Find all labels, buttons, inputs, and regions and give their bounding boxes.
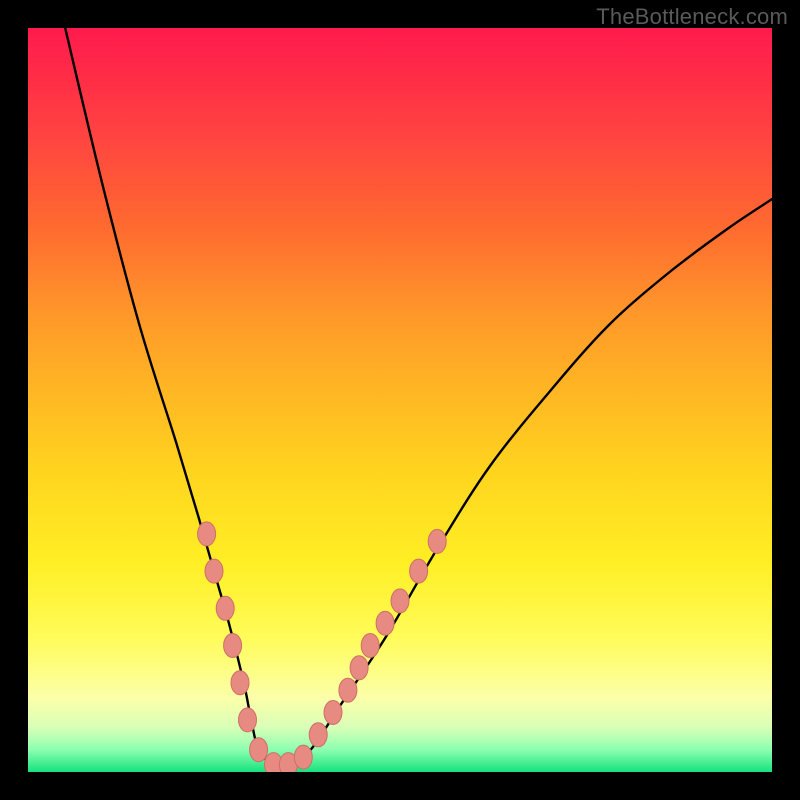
marker-point bbox=[324, 701, 342, 725]
chart-frame: TheBottleneck.com bbox=[0, 0, 800, 800]
marker-point bbox=[350, 656, 368, 680]
marker-point bbox=[224, 634, 242, 658]
chart-svg bbox=[28, 28, 772, 772]
marker-point bbox=[410, 559, 428, 583]
marker-point bbox=[198, 522, 216, 546]
marker-point bbox=[231, 671, 249, 695]
marker-point bbox=[205, 559, 223, 583]
marker-point bbox=[391, 589, 409, 613]
highlight-markers bbox=[198, 522, 447, 772]
marker-point bbox=[309, 723, 327, 747]
marker-point bbox=[339, 678, 357, 702]
marker-point bbox=[250, 738, 268, 762]
watermark-text: TheBottleneck.com bbox=[596, 4, 788, 30]
marker-point bbox=[216, 596, 234, 620]
marker-point bbox=[239, 708, 257, 732]
marker-point bbox=[361, 634, 379, 658]
marker-point bbox=[294, 745, 312, 769]
marker-point bbox=[376, 611, 394, 635]
bottleneck-curve bbox=[65, 28, 772, 766]
plot-area bbox=[28, 28, 772, 772]
marker-point bbox=[428, 529, 446, 553]
